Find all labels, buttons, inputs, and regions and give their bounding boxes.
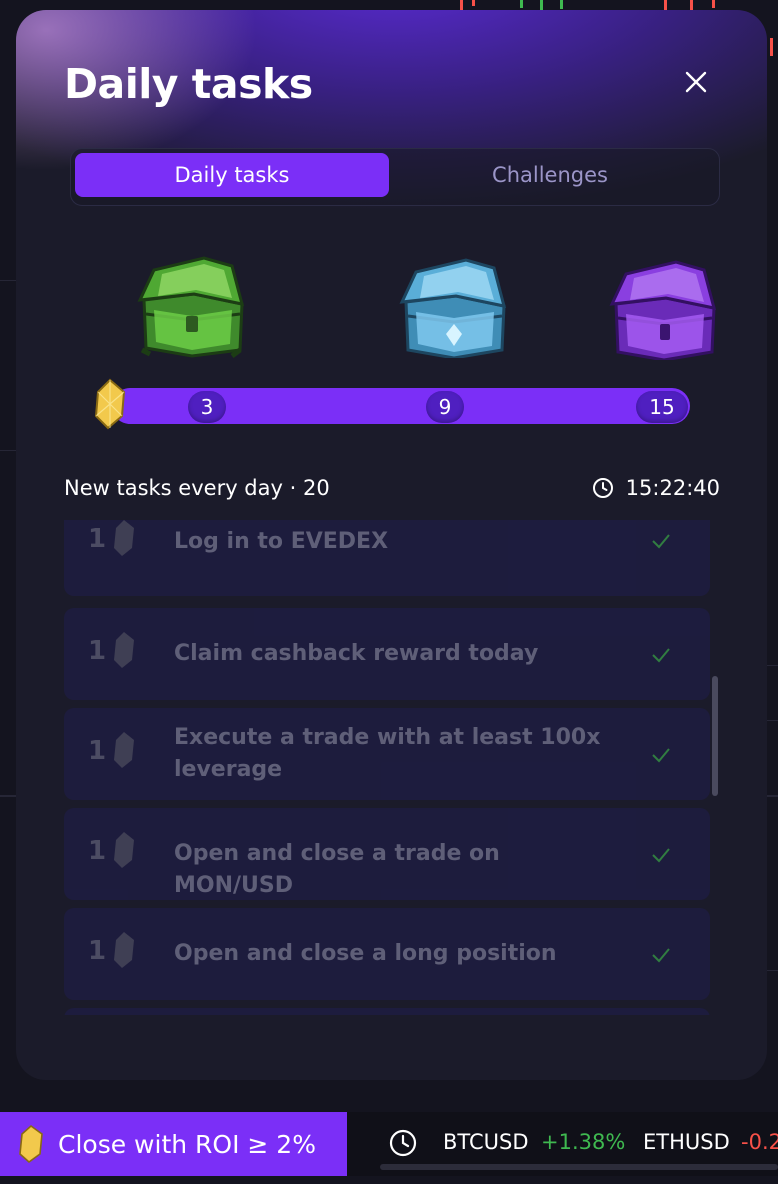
task-list[interactable]: 1 Log in to EVEDEX 1 Claim cashback rewa…	[64, 520, 712, 1015]
milestone-9: 9	[426, 391, 464, 423]
tab-bar: Daily tasks Challenges	[70, 148, 720, 206]
milestone-3: 3	[188, 391, 226, 423]
ticker-change: +1.38%	[541, 1130, 626, 1154]
daily-tasks-modal: Daily tasks Daily tasks Challenges 3 9 1…	[16, 10, 767, 1080]
ticker-symbol[interactable]: BTCUSD	[443, 1130, 529, 1154]
check-icon	[652, 948, 670, 963]
task-item[interactable]: 1 Log in to EVEDEX	[64, 520, 710, 596]
gem-icon	[114, 932, 134, 968]
ticker-change: -0.2	[741, 1130, 778, 1154]
chart-candle	[520, 0, 523, 8]
challenge-banner[interactable]: Close with ROI ≥ 2%	[0, 1112, 347, 1176]
tasks-info-row: New tasks every day · 20 15:22:40	[64, 476, 720, 506]
task-item[interactable]: 1 Open and close a long position	[64, 908, 710, 1000]
gem-icon	[114, 632, 134, 668]
gem-icon	[114, 732, 134, 768]
task-list-scrollbar[interactable]	[712, 676, 718, 796]
chart-candle	[712, 0, 715, 8]
chart-candle	[664, 0, 667, 10]
milestone-15: 15	[636, 391, 688, 423]
green-chest-icon[interactable]	[134, 254, 250, 358]
task-reward: 1	[88, 636, 107, 666]
task-label: Open and close a long position	[174, 941, 557, 966]
chart-gridline	[766, 720, 778, 721]
check-icon	[652, 848, 670, 863]
chart-gridline	[766, 970, 778, 971]
task-label: Execute a trade with at least 100x lever…	[174, 725, 601, 782]
task-reward: 1	[88, 524, 107, 554]
close-button[interactable]	[682, 68, 710, 96]
gem-icon	[94, 378, 126, 430]
countdown-timer: 15:22:40	[592, 476, 720, 500]
ticker-symbol[interactable]: ETHUSD	[643, 1130, 730, 1154]
chart-gridline	[0, 280, 16, 281]
task-item[interactable]: 1 Claim cashback reward today	[64, 608, 710, 700]
task-reward: 1	[88, 936, 107, 966]
tab-daily-tasks[interactable]: Daily tasks	[75, 153, 389, 197]
gem-icon	[114, 832, 134, 868]
chart-candle	[472, 0, 475, 6]
chart-candle	[770, 38, 773, 56]
task-item[interactable]	[64, 1008, 710, 1015]
blue-chest-icon[interactable]	[396, 254, 512, 358]
task-item[interactable]: 1 Open and close a trade on MON/USD	[64, 808, 710, 900]
chart-candle	[560, 0, 563, 9]
chart-gridline	[766, 665, 778, 666]
tasks-count-text: New tasks every day · 20	[64, 476, 330, 500]
modal-title: Daily tasks	[64, 60, 313, 108]
chart-candle	[460, 0, 463, 10]
ticker-bar: Close with ROI ≥ 2% BTCUSD +1.38% ETHUSD…	[0, 1112, 778, 1176]
gem-icon	[114, 520, 134, 556]
task-label: Claim cashback reward today	[174, 641, 539, 666]
check-icon	[652, 648, 670, 663]
task-item[interactable]: 1 Execute a trade with at least 100x lev…	[64, 708, 710, 800]
task-label: Log in to EVEDEX	[174, 529, 389, 554]
clock-icon[interactable]	[388, 1128, 418, 1158]
timer-value: 15:22:40	[625, 476, 720, 500]
chart-gridline	[0, 450, 16, 451]
purple-chest-icon[interactable]	[606, 256, 722, 360]
task-label: Open and close a trade on MON/USD	[174, 841, 500, 898]
task-reward: 1	[88, 836, 107, 866]
close-icon	[685, 71, 707, 93]
clock-icon	[592, 478, 613, 498]
chart-candle	[690, 0, 693, 10]
challenge-banner-text: Close with ROI ≥ 2%	[58, 1129, 316, 1159]
gem-icon	[19, 1124, 43, 1164]
check-icon	[652, 534, 670, 549]
tab-challenges[interactable]: Challenges	[393, 153, 707, 197]
ticker-scrollbar[interactable]	[380, 1164, 778, 1170]
task-reward: 1	[88, 736, 107, 766]
check-icon	[652, 748, 670, 763]
